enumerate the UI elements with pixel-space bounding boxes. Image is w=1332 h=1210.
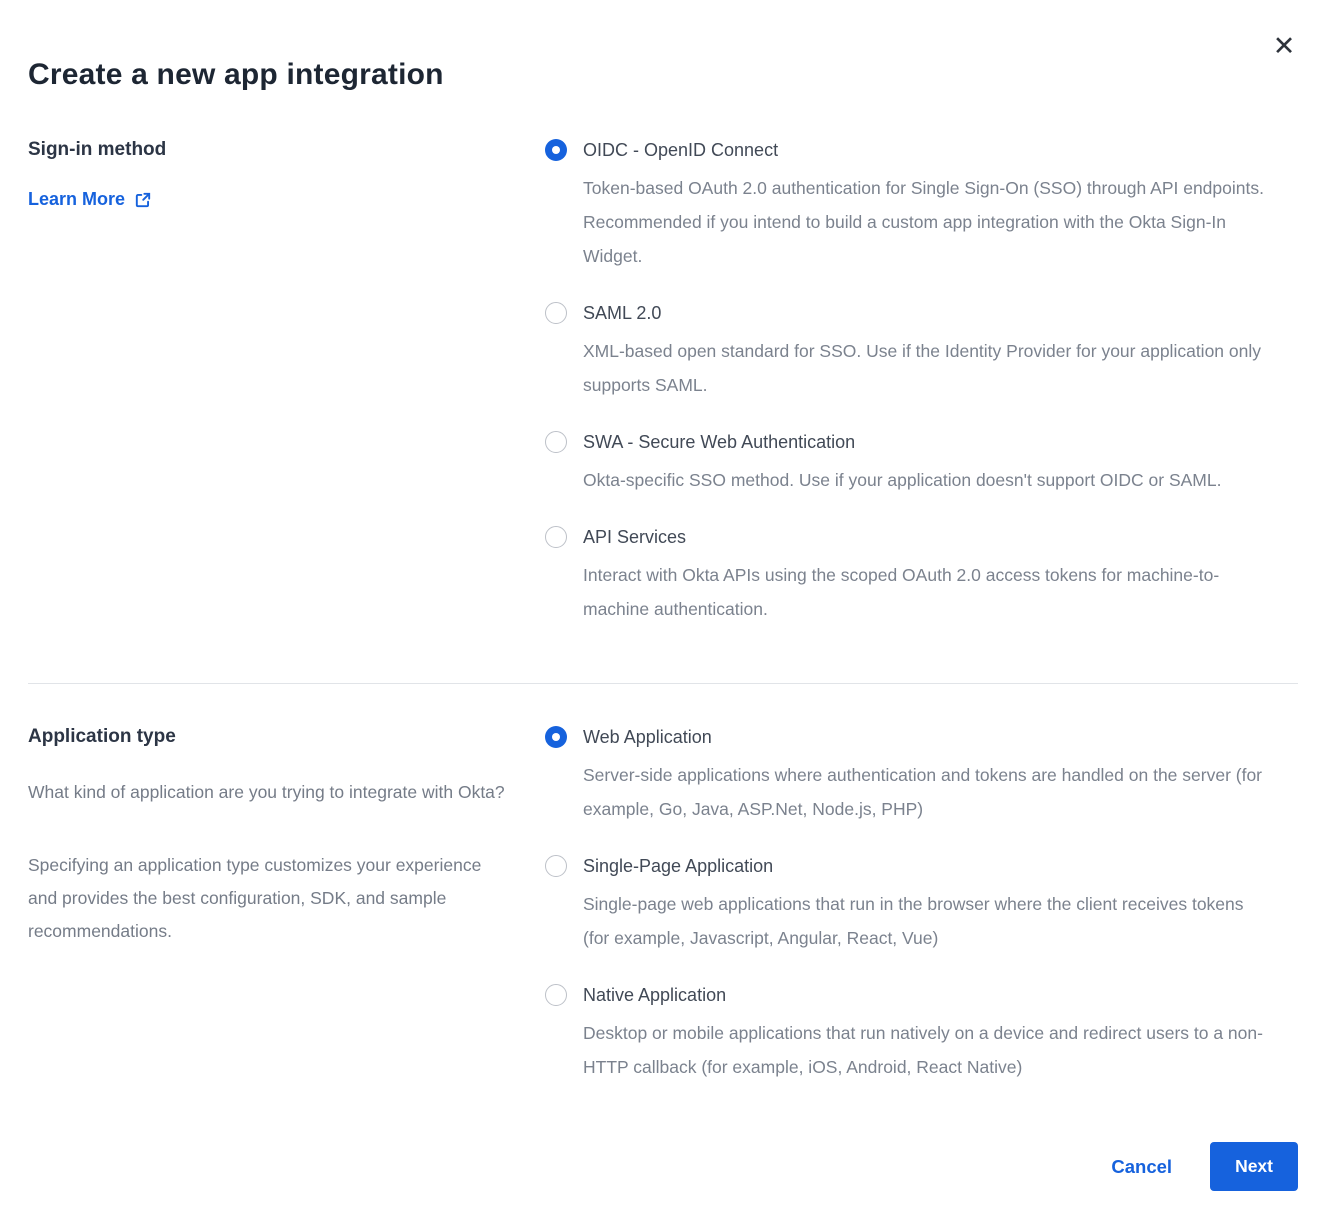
signin-method-section: Sign-in method Learn More OIDC - OpenID … [28, 138, 1298, 626]
apptype-option-web-description: Server-side applications where authentic… [583, 758, 1269, 826]
signin-option-saml-label[interactable]: SAML 2.0 [583, 301, 1269, 325]
dialog-title: Create a new app integration [28, 58, 1298, 92]
radio-icon[interactable] [545, 302, 567, 324]
signin-option-oidc-label[interactable]: OIDC - OpenID Connect [583, 138, 1269, 162]
radio-icon[interactable] [545, 855, 567, 877]
radio-icon[interactable] [545, 726, 567, 748]
apptype-option-web-label[interactable]: Web Application [583, 725, 1269, 749]
apptype-option-spa-description: Single-page web applications that run in… [583, 887, 1269, 955]
application-type-options: Web Application Server-side applications… [545, 725, 1269, 1084]
apptype-option-web[interactable]: Web Application Server-side applications… [545, 725, 1269, 826]
signin-option-swa-label[interactable]: SWA - Secure Web Authentication [583, 430, 1221, 454]
learn-more-link[interactable]: Learn More [28, 189, 152, 210]
radio-icon[interactable] [545, 984, 567, 1006]
radio-icon[interactable] [545, 431, 567, 453]
application-type-question: What kind of application are you trying … [28, 776, 510, 809]
section-divider [28, 683, 1298, 684]
signin-method-left-column: Sign-in method Learn More [28, 138, 545, 210]
application-type-left-column: Application type What kind of applicatio… [28, 725, 545, 948]
apptype-option-native[interactable]: Native Application Desktop or mobile app… [545, 983, 1269, 1084]
external-link-icon [134, 191, 152, 209]
option-text: API Services Interact with Okta APIs usi… [583, 525, 1269, 626]
apptype-option-native-label[interactable]: Native Application [583, 983, 1269, 1007]
learn-more-label: Learn More [28, 189, 125, 210]
application-type-explanation: Specifying an application type customize… [28, 849, 510, 948]
signin-option-saml-description: XML-based open standard for SSO. Use if … [583, 334, 1269, 402]
option-text: Web Application Server-side applications… [583, 725, 1269, 826]
apptype-option-native-description: Desktop or mobile applications that run … [583, 1016, 1269, 1084]
next-button[interactable]: Next [1210, 1142, 1298, 1191]
application-type-section: Application type What kind of applicatio… [28, 725, 1298, 1084]
apptype-option-spa-label[interactable]: Single-Page Application [583, 854, 1269, 878]
signin-option-oidc[interactable]: OIDC - OpenID Connect Token-based OAuth … [545, 138, 1269, 273]
signin-option-api-services[interactable]: API Services Interact with Okta APIs usi… [545, 525, 1269, 626]
signin-option-api-services-label[interactable]: API Services [583, 525, 1269, 549]
radio-icon[interactable] [545, 139, 567, 161]
option-text: SAML 2.0 XML-based open standard for SSO… [583, 301, 1269, 402]
dialog-footer: Cancel Next [28, 1142, 1298, 1191]
option-text: SWA - Secure Web Authentication Okta-spe… [583, 430, 1221, 497]
create-app-integration-dialog: ✕ Create a new app integration Sign-in m… [0, 0, 1332, 1210]
radio-icon[interactable] [545, 526, 567, 548]
cancel-button[interactable]: Cancel [1111, 1156, 1172, 1178]
signin-option-swa-description: Okta-specific SSO method. Use if your ap… [583, 463, 1221, 497]
close-icon[interactable]: ✕ [1268, 30, 1300, 62]
option-text: Single-Page Application Single-page web … [583, 854, 1269, 955]
signin-option-oidc-description: Token-based OAuth 2.0 authentication for… [583, 171, 1269, 273]
option-text: OIDC - OpenID Connect Token-based OAuth … [583, 138, 1269, 273]
application-type-heading: Application type [28, 725, 545, 749]
signin-option-api-services-description: Interact with Okta APIs using the scoped… [583, 558, 1269, 626]
signin-method-heading: Sign-in method [28, 138, 545, 162]
signin-method-options: OIDC - OpenID Connect Token-based OAuth … [545, 138, 1269, 626]
apptype-option-spa[interactable]: Single-Page Application Single-page web … [545, 854, 1269, 955]
signin-option-swa[interactable]: SWA - Secure Web Authentication Okta-spe… [545, 430, 1269, 497]
option-text: Native Application Desktop or mobile app… [583, 983, 1269, 1084]
signin-option-saml[interactable]: SAML 2.0 XML-based open standard for SSO… [545, 301, 1269, 402]
